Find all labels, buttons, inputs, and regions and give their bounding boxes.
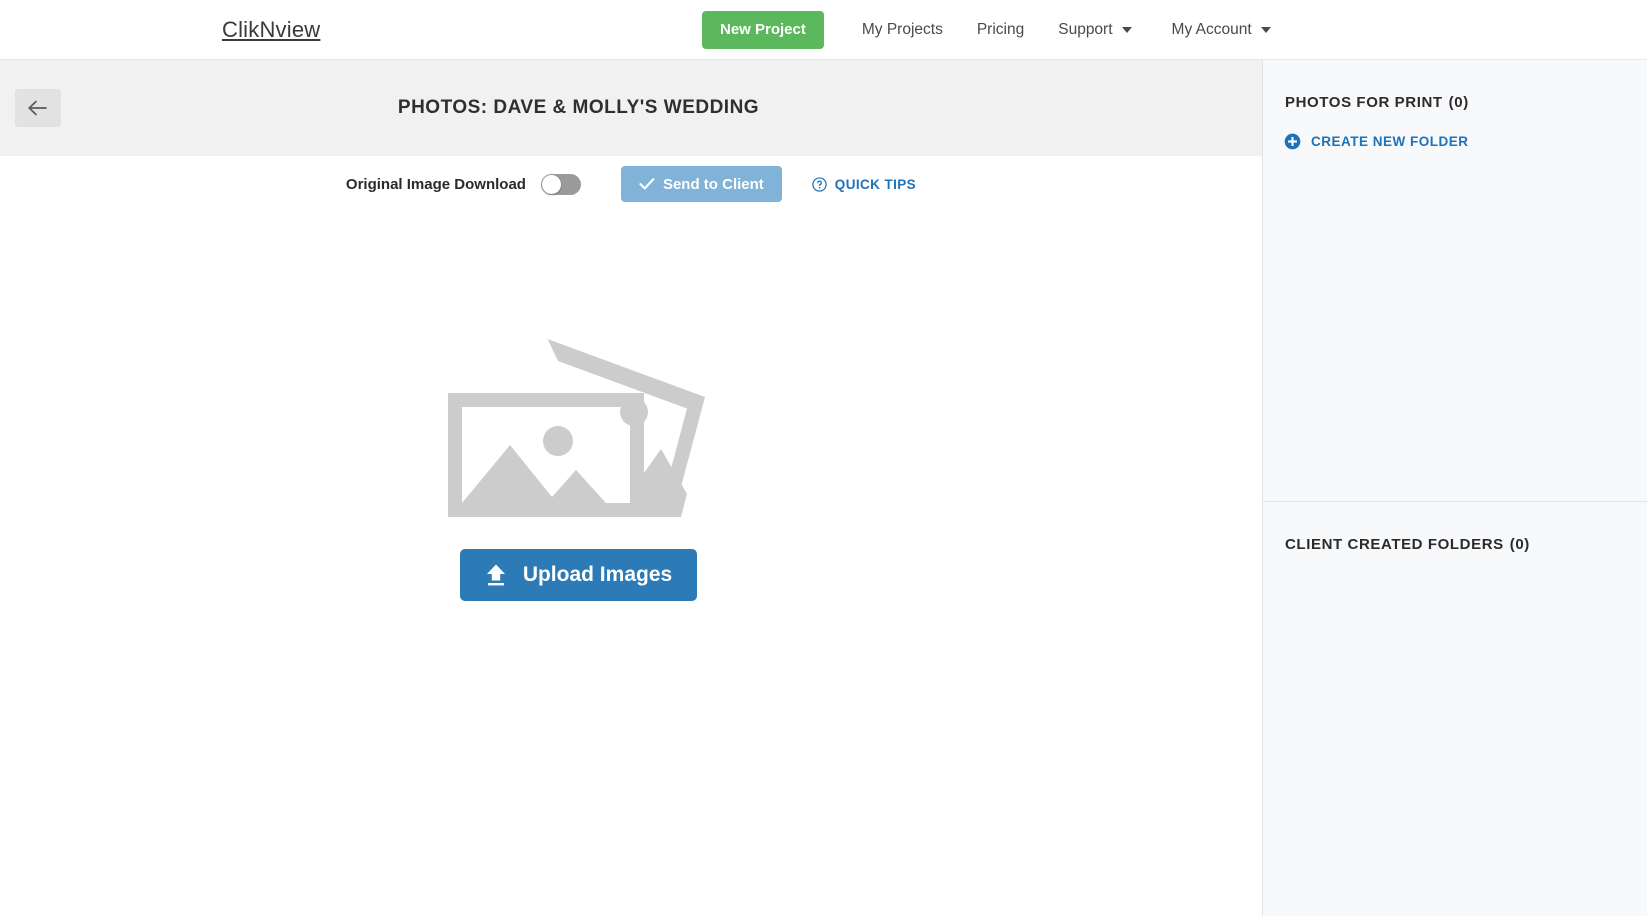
client-created-folders-heading: CLIENT CREATED FOLDERS (0) <box>1263 502 1647 553</box>
client-created-folders-title: CLIENT CREATED FOLDERS <box>1285 536 1504 553</box>
nav-item-support-label: Support <box>1058 20 1113 38</box>
nav-item-pricing-label: Pricing <box>976 20 1025 38</box>
nav-item-my-account-label: My Account <box>1171 20 1252 38</box>
nav-item-pricing[interactable]: Pricing <box>977 21 1024 39</box>
quick-tips-label: QUICK TIPS <box>834 176 917 192</box>
nav-item-my-account[interactable]: My Account <box>1172 21 1271 39</box>
toggle-knob <box>541 174 561 194</box>
send-to-client-button[interactable]: Send to Client <box>620 166 782 202</box>
chevron-down-icon <box>1260 26 1271 33</box>
project-toolbar: Original Image Download Send to Client Q… <box>0 166 1262 202</box>
photos-for-print-title: PHOTOS FOR PRINT <box>1285 94 1443 111</box>
original-image-download-label: Original Image Download <box>345 175 526 193</box>
sidebar-section-photos-for-print: PHOTOS FOR PRINT (0) CREATE NEW FOLDER <box>1263 60 1647 502</box>
main-content-area: Original Image Download Send to Client Q… <box>0 156 1262 916</box>
question-circle-icon <box>812 176 827 192</box>
sidebar-section-client-created-folders: CLIENT CREATED FOLDERS (0) <box>1263 502 1647 915</box>
check-icon <box>639 178 655 190</box>
nav-item-my-projects-label: My Projects <box>861 20 943 38</box>
nav-item-my-projects[interactable]: My Projects <box>862 21 943 39</box>
upload-arrow-icon <box>486 564 505 586</box>
nav-item-support[interactable]: Support <box>1058 20 1132 39</box>
quick-tips-link[interactable]: QUICK TIPS <box>812 177 916 192</box>
right-sidebar: PHOTOS FOR PRINT (0) CREATE NEW FOLDER CL… <box>1262 60 1647 916</box>
photos-for-print-heading: PHOTOS FOR PRINT (0) <box>1263 60 1647 111</box>
chevron-down-icon <box>1121 26 1132 33</box>
client-created-folders-count: (0) <box>1509 536 1530 553</box>
photos-placeholder-icon <box>447 339 705 517</box>
send-to-client-label: Send to Client <box>662 175 764 193</box>
create-new-folder-button[interactable]: CREATE NEW FOLDER <box>1284 133 1469 150</box>
original-image-download-toggle[interactable] <box>540 173 581 195</box>
plus-circle-icon <box>1284 133 1301 150</box>
upload-images-button[interactable]: Upload Images <box>459 549 698 601</box>
create-new-folder-label: CREATE NEW FOLDER <box>1311 134 1469 149</box>
page-title: PHOTOS: DAVE & MOLLY'S WEDDING <box>397 97 760 118</box>
upload-images-label: Upload Images <box>522 563 673 586</box>
page-title-bar: PHOTOS: DAVE & MOLLY'S WEDDING <box>0 60 1262 156</box>
empty-state-container: Upload Images <box>0 331 1157 601</box>
top-navigation-bar: ClikNview New Project My Projects Pricin… <box>0 0 1647 60</box>
photos-for-print-count: (0) <box>1448 94 1469 111</box>
brand-logo[interactable]: ClikNview <box>222 18 320 41</box>
nav-links-cluster: New Project My Projects Pricing Support … <box>702 0 1271 60</box>
new-project-button[interactable]: New Project <box>702 10 824 49</box>
